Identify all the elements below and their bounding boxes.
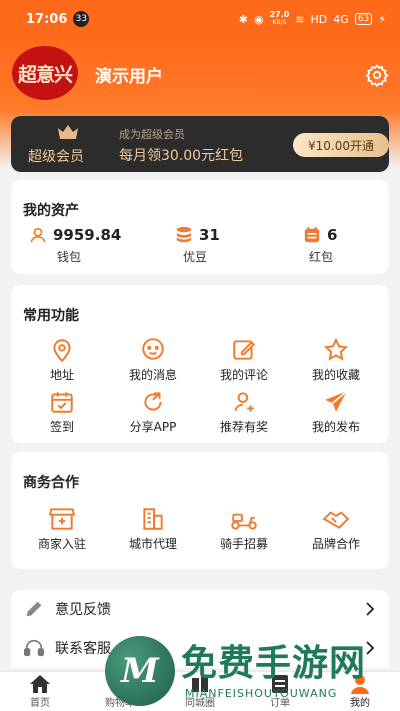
redpacket-label: 红包 xyxy=(309,250,334,264)
notification-badge: 33 xyxy=(73,11,90,27)
headset-icon xyxy=(24,639,44,657)
coupon-icon xyxy=(304,226,320,243)
send-icon xyxy=(325,390,348,412)
watermark: M 免费手游网 MIANFEISHOUYOUWANG xyxy=(105,632,395,711)
vip-open-button[interactable]: ¥10.00开通 xyxy=(293,133,389,157)
functions-card: 常用功能 地址 我的消息 我的评论 我的收藏 签到 分享APP 推荐有奖 我的发… xyxy=(11,285,389,443)
star-icon xyxy=(323,337,349,361)
wallet-label: 钱包 xyxy=(57,250,82,264)
biz-label: 骑手招募 xyxy=(219,537,268,551)
recommend-icon xyxy=(234,392,254,412)
asset-redpacket[interactable]: 6 红包 xyxy=(303,226,373,265)
asset-wallet[interactable]: 9959.84 钱包 xyxy=(29,226,139,265)
biz-label: 城市代理 xyxy=(128,537,177,551)
status-time: 17:06 xyxy=(26,11,68,27)
biz-city-agent[interactable]: 城市代理 xyxy=(109,506,197,552)
func-label: 签到 xyxy=(49,420,74,434)
message-icon xyxy=(142,338,164,360)
coins-icon xyxy=(176,226,192,243)
charging-icon: ⚡ xyxy=(378,12,386,26)
func-label: 分享APP xyxy=(129,420,177,434)
func-checkin[interactable]: 签到 xyxy=(18,389,106,435)
edit-icon xyxy=(233,340,256,360)
beans-label: 优豆 xyxy=(183,250,208,264)
net-speed: 27.0 KB/S xyxy=(269,10,290,27)
handshake-icon xyxy=(322,511,350,529)
func-label: 我的评论 xyxy=(219,368,268,382)
service-label: 联系客服 xyxy=(55,641,111,657)
assets-title: 我的资产 xyxy=(23,203,79,219)
functions-title: 常用功能 xyxy=(23,308,79,324)
hd-label: HD xyxy=(310,12,328,26)
calendar-icon xyxy=(51,392,73,413)
scooter-icon xyxy=(231,513,257,530)
func-favorites[interactable]: 我的收藏 xyxy=(292,337,380,383)
vip-card[interactable]: 超级会员 成为超级会员 每月领30.00元红包 ¥10.00开通 xyxy=(11,116,389,172)
biz-merchant[interactable]: 商家入驻 xyxy=(18,506,106,552)
func-comments[interactable]: 我的评论 xyxy=(200,337,288,383)
func-label: 地址 xyxy=(49,368,74,382)
store-icon xyxy=(48,508,76,530)
watermark-logo: M xyxy=(105,636,175,706)
building-icon xyxy=(143,508,163,530)
watermark-title: 免费手游网 xyxy=(181,643,367,684)
func-messages[interactable]: 我的消息 xyxy=(109,337,197,383)
tab-home[interactable]: 首页 xyxy=(0,672,80,711)
func-label: 我的消息 xyxy=(128,368,177,382)
business-card: 商务合作 商家入驻 城市代理 骑手招募 品牌合作 xyxy=(11,452,389,569)
biz-brand[interactable]: 品牌合作 xyxy=(292,506,380,552)
battery-icon: 63 xyxy=(354,13,373,25)
func-label: 我的收藏 xyxy=(311,368,360,382)
user-icon xyxy=(30,227,46,243)
biz-label: 品牌合作 xyxy=(311,537,360,551)
chevron-right-icon xyxy=(366,602,375,616)
assets-card: 我的资产 9959.84 钱包 31 优豆 6 红包 xyxy=(11,180,389,274)
feedback-row[interactable]: 意见反馈 xyxy=(11,590,389,628)
username[interactable]: 演示用户 xyxy=(95,62,163,87)
bluetooth-icon: ✱ xyxy=(238,12,248,26)
func-label: 我的发布 xyxy=(311,420,360,434)
func-address[interactable]: 地址 xyxy=(18,337,106,383)
beans-value: 31 xyxy=(199,226,220,244)
func-publish[interactable]: 我的发布 xyxy=(292,389,380,435)
home-icon xyxy=(30,675,50,693)
business-title: 商务合作 xyxy=(23,475,79,491)
share-icon xyxy=(144,392,162,411)
feedback-label: 意见反馈 xyxy=(55,602,111,618)
pencil-icon xyxy=(26,601,42,617)
vip-subtitle: 成为超级会员 xyxy=(119,128,185,141)
crown-icon xyxy=(58,125,78,139)
vip-promo: 每月领30.00元红包 xyxy=(119,148,244,164)
biz-label: 商家入驻 xyxy=(37,537,86,551)
signal-label: 4G xyxy=(333,12,349,26)
tab-label: 首页 xyxy=(30,698,50,709)
status-bar: 17:06 33 ✱ ◉ 27.0 KB/S ≋ HD 4G 63 ⚡ xyxy=(0,0,400,38)
func-recommend[interactable]: 推荐有奖 xyxy=(200,389,288,435)
func-label: 推荐有奖 xyxy=(219,420,268,434)
status-icons: ✱ ◉ 27.0 KB/S ≋ HD 4G 63 ⚡ xyxy=(239,11,386,27)
vip-label: 超级会员 xyxy=(28,149,84,165)
avatar-logo[interactable]: 超意兴 xyxy=(12,46,78,100)
gear-icon[interactable] xyxy=(365,63,389,87)
redpacket-value: 6 xyxy=(327,226,338,244)
watermark-subtitle: MIANFEISHOUYOUWANG xyxy=(185,687,338,700)
wifi-icon: ≋ xyxy=(295,12,305,26)
asset-beans[interactable]: 31 优豆 xyxy=(175,226,255,265)
func-share[interactable]: 分享APP xyxy=(109,389,197,435)
wallet-value: 9959.84 xyxy=(53,226,122,244)
location-status-icon: ◉ xyxy=(253,12,264,26)
biz-rider[interactable]: 骑手招募 xyxy=(200,506,288,552)
location-icon xyxy=(53,339,71,363)
